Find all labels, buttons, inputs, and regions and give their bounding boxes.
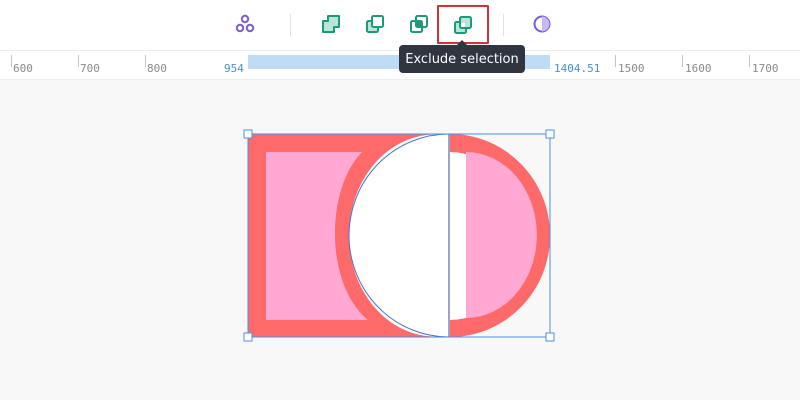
ruler-tick	[11, 55, 12, 67]
intersect-button[interactable]	[403, 8, 435, 40]
group-icon	[235, 14, 255, 33]
tooltip-text: Exclude selection	[405, 51, 519, 67]
ruler-label: 1500	[618, 62, 645, 75]
ruler-tick	[682, 55, 683, 67]
ruler-label: 1700	[752, 62, 779, 75]
exclude-icon	[454, 15, 472, 34]
flatten-icon	[533, 15, 551, 33]
flatten-button[interactable]	[526, 8, 558, 40]
ruler-label: 700	[80, 62, 100, 75]
toolbar-divider	[290, 14, 291, 36]
ruler-selection-end: 1404.51	[554, 62, 601, 75]
resize-handle-bottom-left[interactable]	[243, 332, 253, 342]
design-canvas[interactable]	[0, 80, 800, 400]
ruler-tick	[145, 55, 146, 67]
subtract-button[interactable]	[359, 8, 391, 40]
ruler-label: 1600	[685, 62, 712, 75]
ruler-label: 800	[147, 62, 167, 75]
toolbar-divider	[503, 14, 504, 36]
toolbar	[0, 0, 800, 51]
group-button[interactable]	[229, 8, 261, 40]
selected-shape[interactable]	[0, 80, 800, 400]
union-button[interactable]	[315, 8, 347, 40]
ruler-selection-start: 954	[224, 62, 244, 75]
subtract-icon	[366, 15, 384, 33]
tooltip: Exclude selection	[399, 40, 525, 73]
resize-handle-top-left[interactable]	[243, 129, 253, 139]
ruler-tick	[749, 55, 750, 67]
ruler-label: 600	[13, 62, 33, 75]
exclude-button[interactable]	[437, 5, 489, 44]
resize-handle-top-right[interactable]	[545, 129, 555, 139]
resize-handle-bottom-right[interactable]	[545, 332, 555, 342]
intersect-icon	[410, 15, 428, 33]
ruler-tick	[615, 55, 616, 67]
union-icon	[322, 15, 340, 33]
ruler-tick	[78, 55, 79, 67]
